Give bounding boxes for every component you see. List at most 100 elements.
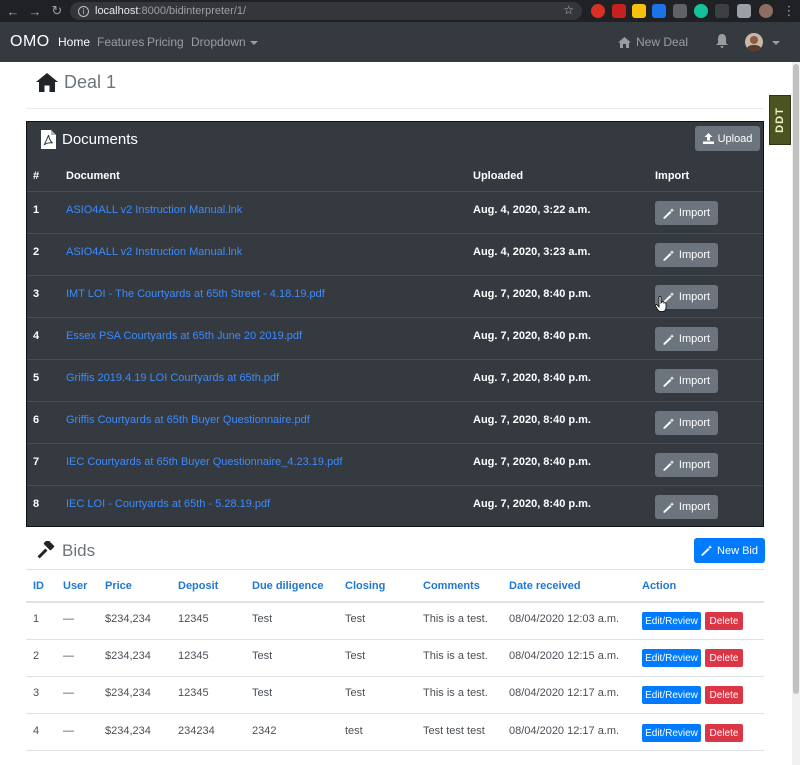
import-label: Import	[678, 459, 711, 471]
zoom-icon[interactable]	[652, 4, 666, 18]
bid-date-received: 08/04/2020 12:17 a.m.	[509, 725, 620, 737]
bookmark-star-icon[interactable]: ☆	[563, 3, 574, 17]
edit-review-button[interactable]: Edit/Review	[642, 612, 701, 630]
puzzle-icon[interactable]	[737, 4, 751, 18]
upload-button[interactable]: Upload	[695, 126, 760, 151]
document-number: 6	[33, 414, 40, 426]
edit-review-button[interactable]: Edit/Review	[642, 724, 701, 742]
document-link[interactable]: IEC LOI - Courtyards at 65th - 5.28.19.p…	[66, 498, 270, 510]
ddt-badge[interactable]: DDT	[769, 95, 791, 145]
url-path: :8000/bidinterpreter/1/	[138, 5, 247, 17]
column-header-comments[interactable]: Comments	[423, 580, 480, 592]
column-header-id[interactable]: ID	[33, 580, 44, 592]
bid-user: —	[63, 687, 74, 699]
bid-id: 2	[33, 650, 40, 662]
column-header-deposit[interactable]: Deposit	[178, 580, 218, 592]
bid-price: $234,234	[105, 687, 151, 699]
extension-icon[interactable]	[673, 4, 687, 18]
bid-user: —	[63, 725, 74, 737]
home-icon	[618, 36, 631, 48]
extension-icon[interactable]	[715, 4, 729, 18]
back-icon[interactable]: ←	[4, 2, 22, 20]
divider	[26, 750, 764, 751]
bid-due-diligence: Test	[252, 650, 273, 662]
document-uploaded: Aug. 4, 2020, 3:23 a.m.	[473, 246, 591, 258]
nav-features[interactable]: Features	[97, 35, 144, 49]
column-header-price[interactable]: Price	[105, 580, 132, 592]
new-bid-button[interactable]: New Bid	[694, 538, 765, 563]
import-button[interactable]: Import	[655, 327, 718, 351]
bell-icon[interactable]	[716, 34, 728, 48]
document-link[interactable]: IMT LOI - The Courtyards at 65th Street …	[66, 288, 325, 300]
column-header-due-diligence[interactable]: Due diligence	[252, 580, 324, 592]
bid-comments: Test test test	[423, 725, 485, 737]
nav-pricing[interactable]: Pricing	[147, 35, 184, 49]
document-link[interactable]: Griffis Courtyards at 65th Buyer Questio…	[66, 414, 310, 426]
bid-closing: Test	[345, 650, 366, 662]
sticky-note-icon[interactable]	[632, 4, 646, 18]
divider	[26, 569, 764, 570]
column-header-import: Import	[655, 170, 690, 182]
import-label: Import	[678, 375, 711, 387]
grammarly-icon[interactable]	[694, 4, 708, 18]
column-header-date-received[interactable]: Date received	[509, 580, 581, 592]
import-label: Import	[678, 501, 711, 513]
new-deal-link[interactable]: New Deal	[618, 35, 688, 49]
import-label: Import	[678, 333, 711, 345]
menu-icon[interactable]: ⋮	[780, 2, 798, 20]
delete-button[interactable]: Delete	[705, 724, 743, 742]
page-title-text: Deal 1	[64, 72, 117, 92]
document-link[interactable]: IEC Courtyards at 65th Buyer Questionnai…	[66, 456, 342, 468]
magic-wand-icon	[662, 207, 675, 219]
nav-home[interactable]: Home	[58, 35, 90, 49]
delete-button[interactable]: Delete	[705, 612, 743, 630]
edit-review-button[interactable]: Edit/Review	[642, 686, 701, 704]
bid-due-diligence: Test	[252, 613, 273, 625]
document-number: 2	[33, 246, 40, 258]
avatar[interactable]	[745, 33, 763, 51]
forward-icon[interactable]: →	[26, 2, 44, 20]
delete-button[interactable]: Delete	[705, 649, 743, 667]
magic-wand-icon	[662, 333, 675, 345]
divider	[26, 713, 764, 714]
bid-due-diligence: 2342	[252, 725, 277, 737]
brand[interactable]: OMO	[10, 33, 50, 51]
document-link[interactable]: ASIO4ALL v2 Instruction Manual.lnk	[66, 204, 242, 216]
reload-icon[interactable]: ↻	[48, 2, 66, 20]
import-button[interactable]: Import	[655, 369, 718, 393]
import-label: Import	[678, 291, 711, 303]
magic-wand-icon	[662, 249, 675, 261]
delete-button[interactable]: Delete	[705, 686, 743, 704]
edit-review-button[interactable]: Edit/Review	[642, 649, 701, 667]
import-label: Import	[678, 417, 711, 429]
column-header-user[interactable]: User	[63, 580, 87, 592]
document-row: 8 IEC LOI - Courtyards at 65th - 5.28.19…	[27, 485, 763, 527]
import-button[interactable]: Import	[655, 201, 718, 225]
extension-icon[interactable]	[591, 4, 605, 18]
profile-icon[interactable]	[759, 4, 773, 18]
scrollbar[interactable]	[792, 62, 800, 765]
scrollbar-thumb[interactable]	[793, 64, 799, 694]
document-row: 7 IEC Courtyards at 65th Buyer Questionn…	[27, 443, 763, 485]
import-button[interactable]: Import	[655, 453, 718, 477]
import-button[interactable]: Import	[655, 411, 718, 435]
info-icon[interactable]: i	[78, 5, 89, 17]
column-header-closing[interactable]: Closing	[345, 580, 385, 592]
document-link[interactable]: Griffis 2019.4.19 LOI Courtyards at 65th…	[66, 372, 279, 384]
adblock-icon[interactable]	[612, 4, 626, 18]
caret-down-icon[interactable]	[772, 41, 780, 45]
bid-closing: Test	[345, 613, 366, 625]
bid-deposit: 234234	[178, 725, 215, 737]
import-button[interactable]: Import	[655, 495, 718, 519]
document-number: 1	[33, 204, 40, 216]
address-bar[interactable]: i localhost:8000/bidinterpreter/1/ ☆	[70, 2, 582, 20]
column-header-action[interactable]: Action	[642, 580, 676, 592]
nav-dropdown[interactable]: Dropdown	[191, 35, 258, 49]
document-link[interactable]: ASIO4ALL v2 Instruction Manual.lnk	[66, 246, 242, 258]
column-header-number: #	[33, 170, 40, 182]
caret-down-icon	[249, 40, 258, 45]
document-uploaded: Aug. 7, 2020, 8:40 p.m.	[473, 372, 591, 384]
document-link[interactable]: Essex PSA Courtyards at 65th June 20 201…	[66, 330, 302, 342]
import-button[interactable]: Import	[655, 243, 718, 267]
upload-label: Upload	[717, 132, 753, 145]
